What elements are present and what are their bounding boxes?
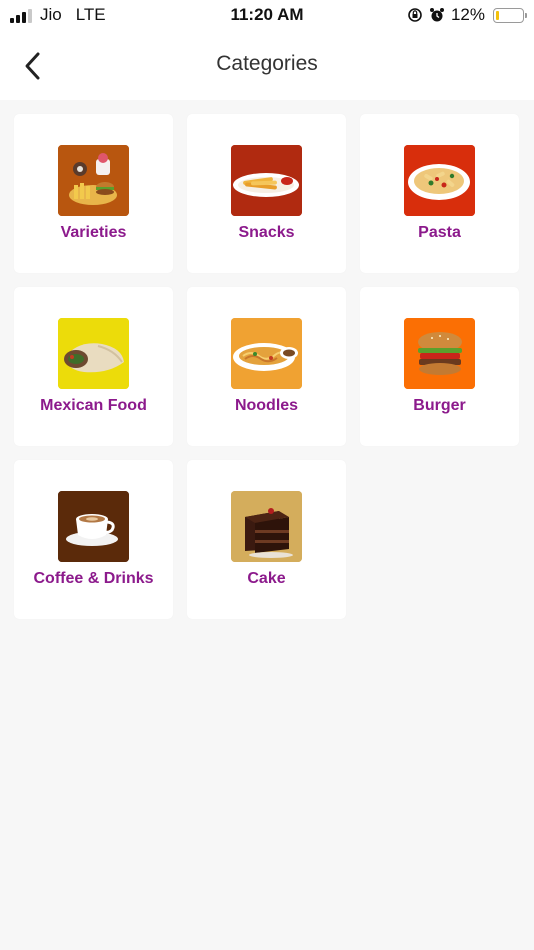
category-card-snacks[interactable]: Snacks xyxy=(187,114,346,273)
category-card-pasta[interactable]: Pasta xyxy=(360,114,519,273)
battery-icon xyxy=(493,7,527,23)
category-card-cake[interactable]: Cake xyxy=(187,460,346,619)
battery-percent: 12% xyxy=(450,5,485,24)
category-card-burger[interactable]: Burger xyxy=(360,287,519,446)
varieties-food-icon xyxy=(58,145,129,216)
category-card-mexican-food[interactable]: Mexican Food xyxy=(14,287,173,446)
burger-icon xyxy=(404,318,475,389)
cake-slice-icon xyxy=(231,491,302,562)
category-card-coffee-drinks[interactable]: Coffee & Drinks xyxy=(14,460,173,619)
category-label: Cake xyxy=(247,570,286,587)
status-right: 12% xyxy=(407,5,527,25)
noodles-plate-icon xyxy=(231,318,302,389)
category-card-varieties[interactable]: Varieties xyxy=(14,114,173,273)
status-bar: Jio LTE 11:20 AM 12% xyxy=(0,0,534,32)
category-card-noodles[interactable]: Noodles xyxy=(187,287,346,446)
rotation-lock-icon xyxy=(408,8,422,22)
category-label: Noodles xyxy=(234,397,299,414)
pasta-plate-icon xyxy=(404,145,475,216)
alarm-icon xyxy=(429,8,444,22)
app-screen: Jio LTE 11:20 AM 12% Categories Varietie… xyxy=(0,0,534,950)
page-title: Categories xyxy=(216,52,318,75)
category-label: Mexican Food xyxy=(40,397,147,414)
coffee-cup-icon xyxy=(58,491,129,562)
category-label: Varieties xyxy=(60,224,127,241)
snacks-fries-icon xyxy=(231,145,302,216)
category-label: Burger xyxy=(413,397,466,414)
category-label: Coffee & Drinks xyxy=(33,570,154,587)
category-label: Snacks xyxy=(238,224,295,241)
wrap-icon xyxy=(58,318,129,389)
category-label: Pasta xyxy=(418,224,461,241)
category-grid: Varieties Snacks Pasta Mexican Food Nood… xyxy=(14,114,520,619)
nav-header: Categories xyxy=(0,32,534,100)
battery-level xyxy=(496,10,499,20)
